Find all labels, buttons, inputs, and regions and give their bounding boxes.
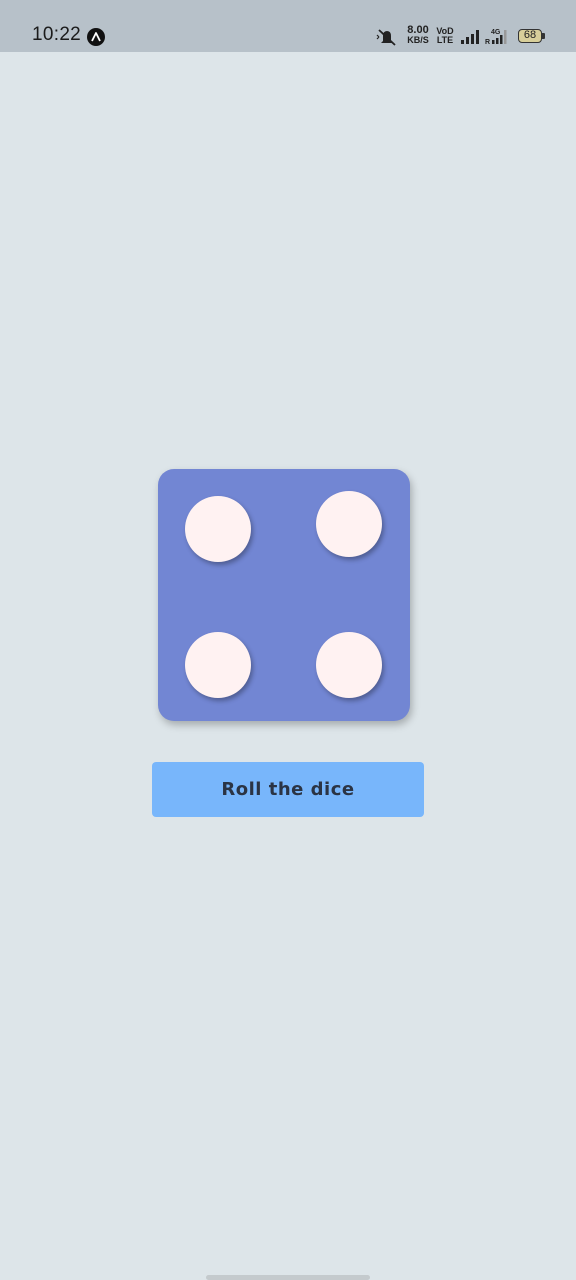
- app-notification-icon: [87, 28, 105, 46]
- network-speed-value: 8.00: [407, 24, 429, 36]
- roll-dice-button[interactable]: Roll the dice: [152, 762, 424, 817]
- signal-icon: [460, 29, 480, 45]
- network-speed-unit: KB/S: [407, 35, 429, 45]
- battery-level: 68: [518, 29, 542, 43]
- dice-pip: [316, 491, 382, 557]
- status-bar: 10:22 8.00 KB/S VoD LTE 4G R 68: [0, 0, 576, 52]
- roaming-indicator: R: [485, 39, 490, 45]
- dice-pip: [185, 632, 251, 698]
- volte-bottom: LTE: [436, 35, 454, 45]
- dice-pip: [185, 496, 251, 562]
- battery-icon: 68: [518, 29, 546, 45]
- battery-tip: [542, 33, 545, 39]
- dice-pip: [316, 632, 382, 698]
- home-indicator[interactable]: [206, 1275, 370, 1280]
- signal-4g-icon: 4G R: [484, 27, 512, 46]
- volte-indicator: VoD LTE: [436, 27, 454, 47]
- network-speed: 8.00 KB/S: [404, 25, 432, 51]
- mute-icon: [376, 28, 398, 46]
- network-type: 4G: [491, 29, 501, 36]
- status-time: 10:22: [32, 24, 82, 45]
- dice-face: [158, 469, 410, 721]
